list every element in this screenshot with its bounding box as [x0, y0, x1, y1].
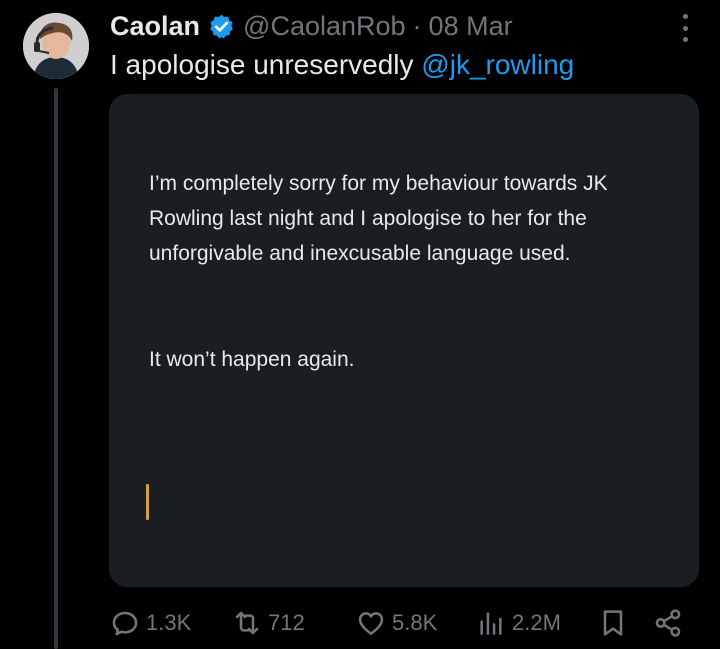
- share-icon: [652, 607, 684, 639]
- action-bar: 1.3K 712 5.8K 2.2M: [109, 600, 699, 646]
- mention-link[interactable]: @jk_rowling: [421, 49, 574, 80]
- views-count: 2.2M: [512, 610, 561, 635]
- header-separator: ·: [412, 11, 422, 41]
- reply-count: 1.3K: [146, 610, 192, 635]
- text-cursor: [146, 484, 149, 520]
- like-count: 5.8K: [392, 610, 438, 635]
- repost-count: 712: [268, 610, 305, 635]
- repost-button[interactable]: 712: [231, 600, 305, 646]
- verified-badge-icon: [208, 13, 235, 40]
- tweet-header: Caolan @CaolanRob · 08 Mar: [110, 6, 513, 46]
- tweet-date[interactable]: 08 Mar: [429, 6, 513, 46]
- repost-icon: [231, 607, 263, 639]
- avatar[interactable]: [23, 13, 89, 79]
- bookmark-button[interactable]: [597, 600, 629, 646]
- views-button[interactable]: 2.2M: [475, 600, 561, 646]
- media-card[interactable]: I’m completely sorry for my behaviour to…: [109, 94, 699, 587]
- user-handle[interactable]: @CaolanRob: [243, 6, 406, 46]
- share-button[interactable]: [652, 600, 684, 646]
- like-button[interactable]: 5.8K: [355, 600, 437, 646]
- more-options-icon[interactable]: [675, 14, 695, 42]
- heart-icon: [355, 607, 387, 639]
- reply-button[interactable]: 1.3K: [109, 600, 191, 646]
- bookmark-icon: [597, 607, 629, 639]
- tweet-text: I apologise unreservedly @jk_rowling: [110, 46, 574, 84]
- views-icon: [475, 607, 507, 639]
- reply-icon: [109, 607, 141, 639]
- display-name[interactable]: Caolan: [110, 6, 200, 46]
- thread-line: [54, 88, 58, 649]
- note-paragraph-2: It won’t happen again.: [149, 348, 355, 371]
- note-paragraph-1: I’m completely sorry for my behaviour to…: [149, 172, 608, 265]
- tweet-text-body: I apologise unreservedly: [110, 49, 414, 80]
